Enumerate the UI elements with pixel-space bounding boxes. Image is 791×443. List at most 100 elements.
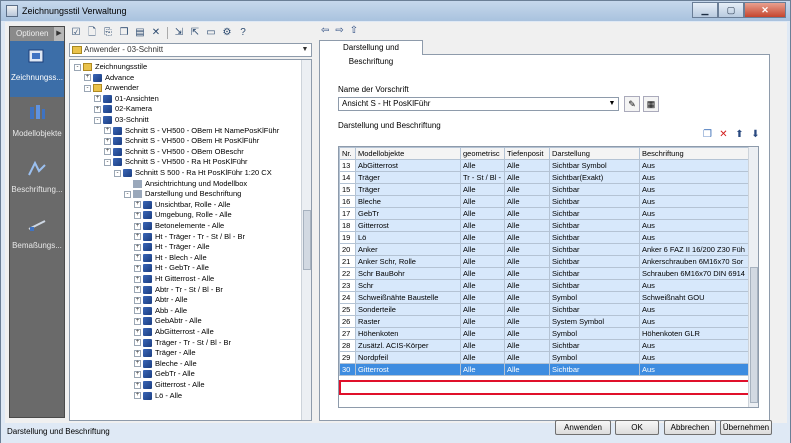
tree-node[interactable]: + AbGitterrost - Alle	[134, 327, 214, 337]
expand-icon[interactable]: +	[134, 254, 141, 262]
table-cell[interactable]: Sichtbar	[549, 363, 640, 376]
table-cell[interactable]: Alle	[460, 219, 505, 232]
table-cell[interactable]: Schr	[355, 279, 461, 292]
table-cell[interactable]: Alle	[460, 267, 505, 280]
table-cell[interactable]: Alle	[460, 303, 505, 316]
expand-icon[interactable]: +	[84, 74, 91, 82]
row-number[interactable]: 13	[339, 159, 356, 172]
tree-node[interactable]: + Bleche - Alle	[134, 359, 197, 369]
collapse-icon[interactable]: -	[84, 84, 91, 92]
table-cell[interactable]: Aus	[639, 279, 751, 292]
collapse-icon[interactable]: -	[94, 116, 101, 124]
expand-icon[interactable]: +	[134, 349, 141, 357]
table-row[interactable]: 18 Gitterrost Alle Alle Sichtbar Aus	[339, 219, 751, 232]
expand-icon[interactable]: +	[134, 307, 141, 315]
tree-node[interactable]: + Abb - Alle	[134, 306, 187, 316]
sidebar-item-annotation[interactable]: Beschriftung...	[10, 153, 64, 209]
table-row[interactable]: 22 Schr BauBohr Alle Alle Sichtbar Schrauben …	[339, 267, 751, 280]
help-icon[interactable]: ?	[236, 26, 250, 40]
table-cell[interactable]: Alle	[504, 267, 550, 280]
tree-node[interactable]: - Anwender	[84, 83, 139, 93]
row-number[interactable]: 24	[339, 291, 356, 304]
row-number[interactable]: 23	[339, 279, 356, 292]
expand-icon[interactable]: +	[134, 370, 141, 378]
expand-icon[interactable]: +	[134, 392, 141, 400]
table-cell[interactable]: Alle	[504, 255, 550, 268]
expand-icon[interactable]: +	[104, 137, 111, 145]
tree-node[interactable]: + Umgebung, Rolle - Alle	[134, 210, 232, 220]
table-cell[interactable]: Aus	[639, 315, 751, 328]
table-row[interactable]: 30 Gitterrost Alle Alle Sichtbar Aus	[339, 363, 751, 376]
table-cell[interactable]: Alle	[504, 231, 550, 244]
table-cell[interactable]: Alle	[504, 291, 550, 304]
check-icon[interactable]: ☑	[69, 26, 83, 40]
table-cell[interactable]: Symbol	[549, 291, 640, 304]
table-row[interactable]: 26 Raster Alle Alle System Symbol Aus	[339, 315, 751, 328]
table-cell[interactable]: Sichtbar	[549, 243, 640, 256]
table-cell[interactable]: Gitterrost	[355, 363, 461, 376]
tree-node[interactable]: +01-Ansichten	[94, 94, 159, 104]
paste-icon[interactable]: ▤	[133, 26, 147, 40]
row-number[interactable]: 16	[339, 195, 356, 208]
settings-icon[interactable]: ⚙	[220, 26, 234, 40]
tree-scrollbar[interactable]	[301, 60, 311, 420]
expand-icon[interactable]: +	[134, 211, 141, 219]
table-cell[interactable]: Aus	[639, 207, 751, 220]
table-cell[interactable]: Alle	[504, 279, 550, 292]
collapse-icon[interactable]: -	[124, 190, 131, 198]
expand-icon[interactable]: +	[134, 339, 141, 347]
tree-node[interactable]: + Ht - GebTr - Alle	[134, 263, 209, 273]
collapse-icon[interactable]: -	[74, 63, 81, 71]
expand-icon[interactable]: +	[94, 105, 101, 113]
table-cell[interactable]: Gitterrost	[355, 219, 461, 232]
expand-icon[interactable]: +	[134, 328, 141, 336]
table-cell[interactable]: Alle	[460, 255, 505, 268]
table-row[interactable]: 23 Schr Alle Alle Sichtbar Aus	[339, 279, 751, 292]
table-cell[interactable]: Alle	[460, 195, 505, 208]
collapse-icon[interactable]: -	[104, 158, 111, 166]
table-cell[interactable]: Aus	[639, 183, 751, 196]
chevron-down-icon[interactable]: ▼	[299, 44, 311, 56]
table-cell[interactable]: Schweißnaht GOU	[639, 291, 751, 304]
tree-node[interactable]: + Schnitt S - VH500 - OBem Ht PosKlFühr	[104, 136, 259, 146]
table-cell[interactable]: Aus	[639, 339, 751, 352]
table-row[interactable]: 27 Höhenkoten Alle Alle Symbol Höhenkoten GLR	[339, 327, 751, 340]
back-icon[interactable]: ⇦	[321, 25, 329, 36]
table-cell[interactable]: Sichtbar	[549, 219, 640, 232]
column-header[interactable]: Darstellung	[549, 147, 640, 160]
table-cell[interactable]: Aus	[639, 195, 751, 208]
expand-icon[interactable]: +	[134, 296, 141, 304]
sidebar-item-drawing-styles[interactable]: Zeichnungss...	[10, 41, 64, 97]
tree-node[interactable]: + Lö - Alle	[134, 391, 182, 401]
table-cell[interactable]: Alle	[504, 327, 550, 340]
tree-node[interactable]: - 03-Schnitt	[94, 115, 149, 125]
table-cell[interactable]: Alle	[460, 231, 505, 244]
table-cell[interactable]: Schweißnähte Baustelle	[355, 291, 461, 304]
delete-icon[interactable]: ✕	[149, 26, 163, 40]
expand-icon[interactable]: +	[134, 201, 141, 209]
tree-node[interactable]: Ansichtrichtung und Modellbox	[124, 179, 247, 189]
table-cell[interactable]: Alle	[504, 243, 550, 256]
expand-icon[interactable]: +	[134, 233, 141, 241]
close-button[interactable]: ✕	[744, 2, 786, 18]
table-cell[interactable]: Träger	[355, 171, 461, 184]
table-cell[interactable]: Alle	[460, 315, 505, 328]
table-cell[interactable]: Aus	[639, 363, 751, 376]
table-cell[interactable]: Träger	[355, 183, 461, 196]
table-cell[interactable]: Alle	[504, 207, 550, 220]
table-cell[interactable]: Schr BauBohr	[355, 267, 461, 280]
table-cell[interactable]: Symbol	[549, 327, 640, 340]
table-cell[interactable]: Sichtbar	[549, 183, 640, 196]
table-cell[interactable]: Alle	[460, 291, 505, 304]
table-cell[interactable]: Alle	[504, 171, 550, 184]
cancel-button[interactable]: Abbrechen	[664, 420, 716, 435]
tree-node[interactable]: +02-Kamera	[94, 104, 152, 114]
tree-node[interactable]: + Abtr - Tr - St / Bl - Br	[134, 285, 223, 295]
table-cell[interactable]: Bleche	[355, 195, 461, 208]
table-cell[interactable]: Alle	[504, 159, 550, 172]
table-row[interactable]: 14 Träger Tr - St / Bl - Alle Sichtbar(Exakt…	[339, 171, 751, 184]
expand-icon[interactable]: +	[134, 264, 141, 272]
column-header[interactable]: Nr.	[339, 147, 356, 160]
chevron-down-icon[interactable]: ▼	[606, 98, 618, 110]
table-cell[interactable]: Nordpfeil	[355, 351, 461, 364]
